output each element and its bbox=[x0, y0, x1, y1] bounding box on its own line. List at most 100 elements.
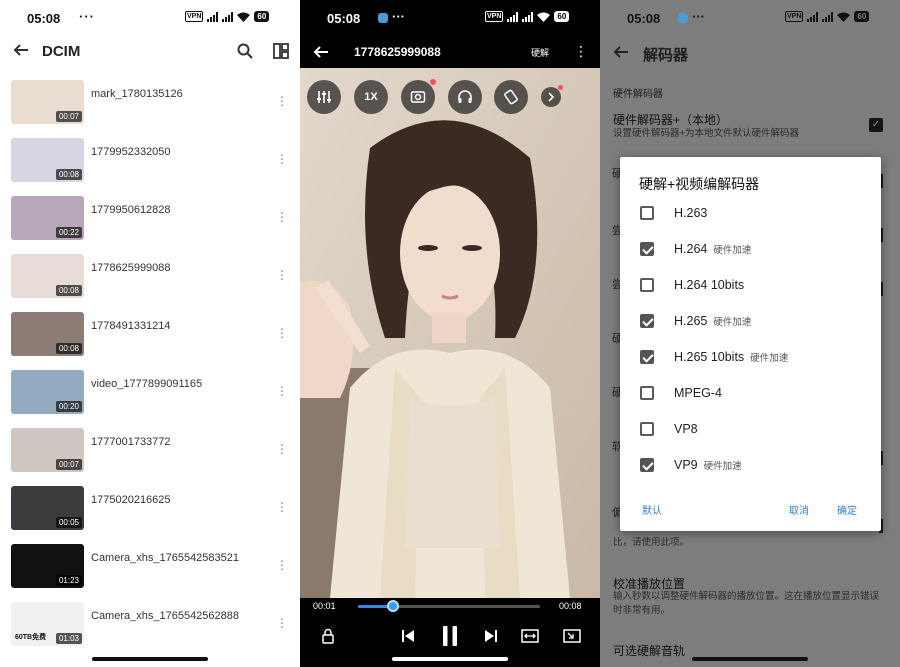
codec-label: VP8 bbox=[674, 422, 698, 436]
codec-label: H.264 硬件加速 bbox=[674, 242, 751, 256]
video-list-item[interactable]: 00:08 1779952332050 ⋮ bbox=[0, 135, 300, 193]
pause-icon[interactable] bbox=[439, 624, 461, 648]
equalizer-button[interactable] bbox=[307, 80, 341, 114]
status-bar: 05:08 ··· VPN 60 bbox=[600, 0, 900, 36]
more-vertical-icon[interactable]: ⋮ bbox=[574, 42, 588, 60]
obscured-item-subtitle-end: 比，请使用此项。 bbox=[613, 537, 690, 548]
codec-checkbox[interactable] bbox=[640, 278, 654, 292]
player-bottom-controls bbox=[300, 622, 600, 652]
seek-handle[interactable] bbox=[386, 600, 399, 612]
video-list-item[interactable]: 00:07 1777001733772 ⋮ bbox=[0, 425, 300, 483]
video-list-item[interactable]: 01:23 Camera_xhs_1765542583521 ⋮ bbox=[0, 541, 300, 599]
hw-decoder-local-checkbox[interactable]: ✓ bbox=[869, 118, 883, 132]
video-list: 00:07 mark_1780135126 ⋮ 00:08 1779952332050 ⋮… bbox=[0, 77, 300, 657]
hw-decoder-toggle[interactable]: 硬解 bbox=[531, 46, 549, 59]
dialog-title: 硬解+视频编解码器 bbox=[639, 176, 760, 192]
audio-button[interactable] bbox=[448, 80, 482, 114]
video-list-item[interactable]: 60TB免费 01:03 Camera_xhs_1765542562888 ⋮ bbox=[0, 599, 300, 657]
ok-button[interactable]: 确定 bbox=[837, 502, 857, 517]
codec-checkbox[interactable] bbox=[640, 206, 654, 220]
codec-checkbox[interactable] bbox=[640, 386, 654, 400]
video-name: Camera_xhs_1765542562888 bbox=[91, 610, 240, 622]
headphones-icon bbox=[458, 90, 472, 103]
video-thumbnail: 00:07 bbox=[11, 428, 84, 472]
aspect-ratio-icon[interactable] bbox=[520, 626, 540, 646]
more-vertical-icon[interactable]: ⋮ bbox=[276, 267, 288, 283]
rotate-button[interactable] bbox=[494, 80, 528, 114]
codec-label: MPEG-4 bbox=[674, 386, 722, 400]
skip-next-icon[interactable] bbox=[481, 626, 501, 646]
vpn-badge: VPN bbox=[185, 11, 204, 22]
codec-hint: 硬件加速 bbox=[713, 317, 752, 328]
more-vertical-icon[interactable]: ⋮ bbox=[276, 383, 288, 399]
codec-option[interactable]: H.263 bbox=[620, 196, 881, 232]
codec-label: H.263 bbox=[674, 206, 707, 220]
picture-in-picture-icon[interactable] bbox=[562, 626, 582, 646]
codec-checkbox[interactable] bbox=[640, 242, 654, 256]
search-icon[interactable] bbox=[236, 42, 254, 60]
more-vertical-icon[interactable]: ⋮ bbox=[276, 557, 288, 573]
video-name: 1779952332050 bbox=[91, 146, 171, 158]
video-title: 1778625999088 bbox=[354, 45, 441, 59]
more-vertical-icon[interactable]: ⋮ bbox=[276, 615, 288, 631]
codec-option[interactable]: VP8 bbox=[620, 412, 881, 448]
more-vertical-icon[interactable]: ⋮ bbox=[276, 499, 288, 515]
status-bar: 05:08 ··· VPN 60 bbox=[300, 0, 600, 36]
codec-name: VP8 bbox=[674, 422, 698, 436]
codec-name: H.265 10bits bbox=[674, 350, 745, 364]
video-list-item[interactable]: 00:22 1779950612828 ⋮ bbox=[0, 193, 300, 251]
status-icons: VPN 60 bbox=[485, 11, 570, 22]
default-button[interactable]: 默认 bbox=[642, 502, 662, 517]
video-list-item[interactable]: 00:08 1778625999088 ⋮ bbox=[0, 251, 300, 309]
video-duration: 00:08 bbox=[55, 285, 82, 296]
more-vertical-icon[interactable]: ⋮ bbox=[276, 93, 288, 109]
optional-hw-audio-title[interactable]: 可选硬解音轨 bbox=[613, 642, 685, 659]
codec-option[interactable]: H.264 硬件加速 bbox=[620, 232, 881, 268]
back-arrow-icon[interactable] bbox=[312, 43, 330, 61]
seek-track[interactable] bbox=[358, 600, 540, 612]
back-arrow-icon[interactable] bbox=[612, 43, 630, 61]
status-time: 05:08 bbox=[327, 11, 361, 26]
codec-checkbox[interactable] bbox=[640, 422, 654, 436]
home-indicator bbox=[392, 657, 508, 661]
status-time: 05:08 bbox=[27, 11, 61, 26]
hw-decoder-local-title: 硬件解码器+（本地） bbox=[613, 113, 729, 127]
more-vertical-icon[interactable]: ⋮ bbox=[276, 151, 288, 167]
video-list-item[interactable]: 00:05 1775020216625 ⋮ bbox=[0, 483, 300, 541]
video-list-item[interactable]: 00:08 1778491331214 ⋮ bbox=[0, 309, 300, 367]
grid-layout-icon[interactable] bbox=[272, 42, 290, 60]
codec-name: H.265 bbox=[674, 314, 708, 328]
codec-checkbox[interactable] bbox=[640, 314, 654, 328]
more-vertical-icon[interactable]: ⋮ bbox=[276, 209, 288, 225]
skip-previous-icon[interactable] bbox=[398, 626, 418, 646]
video-duration: 00:08 bbox=[55, 343, 82, 354]
codec-option[interactable]: H.265 10bits 硬件加速 bbox=[620, 340, 881, 376]
video-thumbnail: 00:05 bbox=[11, 486, 84, 530]
video-name: 1778491331214 bbox=[91, 320, 171, 332]
codec-name: H.264 10bits bbox=[674, 278, 745, 292]
more-vertical-icon[interactable]: ⋮ bbox=[276, 441, 288, 457]
back-arrow-icon[interactable] bbox=[12, 41, 30, 59]
codec-option[interactable]: H.265 硬件加速 bbox=[620, 304, 881, 340]
player-header: 1778625999088 硬解 ⋮ bbox=[300, 36, 600, 68]
home-indicator bbox=[92, 657, 208, 661]
video-thumbnail: 00:08 bbox=[11, 312, 84, 356]
video-list-item[interactable]: 00:07 mark_1780135126 ⋮ bbox=[0, 77, 300, 135]
status-bar: 05:08 ··· VPN 60 bbox=[0, 0, 300, 36]
codec-hint: 硬件加速 bbox=[703, 461, 742, 472]
video-frame[interactable] bbox=[300, 68, 600, 598]
codec-checkbox[interactable] bbox=[640, 350, 654, 364]
codec-option[interactable]: MPEG-4 bbox=[620, 376, 881, 412]
cancel-button[interactable]: 取消 bbox=[789, 502, 809, 517]
more-vertical-icon[interactable]: ⋮ bbox=[276, 325, 288, 341]
total-time: 00:08 bbox=[559, 601, 582, 611]
codec-checkbox[interactable] bbox=[640, 458, 654, 472]
expand-controls-button[interactable] bbox=[541, 85, 563, 107]
speed-button[interactable]: 1X bbox=[354, 80, 388, 114]
codec-option[interactable]: H.264 10bits bbox=[620, 268, 881, 304]
screenshot-button[interactable] bbox=[401, 79, 436, 114]
video-list-item[interactable]: 00:20 video_1777899091165 ⋮ bbox=[0, 367, 300, 425]
codec-option[interactable]: VP9 硬件加速 bbox=[620, 448, 881, 484]
codec-label: H.265 硬件加速 bbox=[674, 314, 751, 328]
lock-icon[interactable] bbox=[318, 626, 338, 646]
